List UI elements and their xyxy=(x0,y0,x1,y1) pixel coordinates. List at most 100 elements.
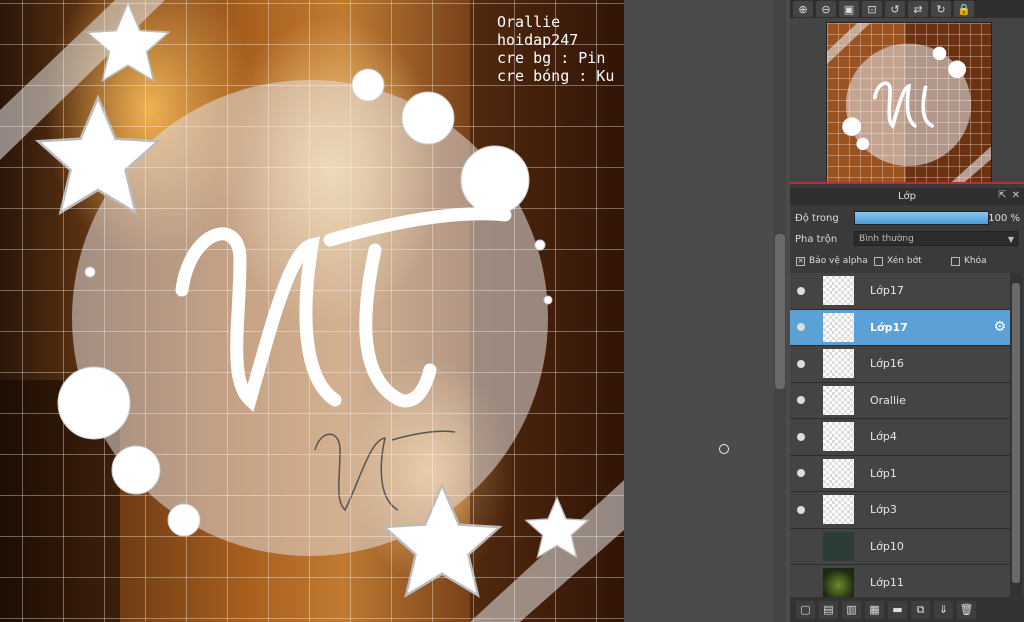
navigator-view-frame xyxy=(790,182,1024,184)
layer-name: Lớp16 xyxy=(870,357,904,371)
blend-label: Pha trộn xyxy=(795,233,838,245)
layer-row[interactable]: Lớp1 xyxy=(790,455,1010,492)
clipping-checkbox[interactable]: Xén bớt xyxy=(874,256,922,266)
layer-row[interactable]: Lớp17 xyxy=(790,273,1010,310)
rotate-right-icon: ↻ xyxy=(936,2,946,16)
scrollbar-thumb[interactable] xyxy=(775,234,785,389)
flip-icon: ⇄ xyxy=(913,2,923,16)
blend-row: Pha trộn Bình thường ▼ xyxy=(790,229,1024,249)
credit-line: Orallie xyxy=(497,13,561,31)
duplicate-icon: ⧉ xyxy=(916,602,925,616)
rotate-right-button[interactable]: ↻ xyxy=(931,1,951,17)
zoom-in-button[interactable]: ⊕ xyxy=(793,1,813,17)
layer-panel-title: Lớp xyxy=(897,191,917,202)
layer-row[interactable]: Orallie xyxy=(790,382,1010,419)
add-special-layer-button[interactable]: ▦ xyxy=(865,600,884,619)
new-vector-button[interactable]: ▥ xyxy=(842,600,861,619)
layer-row[interactable]: Lớp10 xyxy=(790,528,1010,565)
layer-panel-header: Lớp ⇱ ✕ xyxy=(790,188,1024,205)
layer-name: Lớp10 xyxy=(870,539,904,553)
detach-icon[interactable]: ⇱ xyxy=(998,190,1006,201)
layer-name: Orallie xyxy=(870,393,906,407)
folder-button[interactable]: ▬ xyxy=(888,600,907,619)
visibility-eye-icon[interactable] xyxy=(797,396,805,405)
navigator-grid xyxy=(827,23,991,183)
fit-icon: ▣ xyxy=(843,2,855,16)
visibility-eye-icon[interactable] xyxy=(797,432,805,441)
opacity-slider-fill xyxy=(855,212,988,224)
opacity-value: 100 % xyxy=(988,212,1020,224)
new-layer-button[interactable]: ▢ xyxy=(796,600,815,619)
layer-thumbnail xyxy=(823,312,854,342)
gear-icon[interactable]: ⚙ xyxy=(993,319,1006,335)
lock-icon: 🔒 xyxy=(957,2,971,16)
visibility-eye-icon[interactable] xyxy=(797,323,805,332)
opacity-slider[interactable] xyxy=(854,211,989,225)
layer-row[interactable]: Lớp16 xyxy=(790,346,1010,383)
grid-overlay xyxy=(0,0,624,622)
layer-thumbnail xyxy=(823,568,854,597)
fit-button[interactable]: ▣ xyxy=(839,1,859,17)
zoom-out-button[interactable]: ⊖ xyxy=(816,1,836,17)
layer-thumbnail xyxy=(823,385,854,415)
visibility-eye-icon[interactable] xyxy=(797,359,805,368)
navigator-panel[interactable] xyxy=(790,18,1024,184)
layer-name: Lớp17 xyxy=(870,320,908,334)
chevron-down-icon: ▼ xyxy=(1007,235,1014,244)
checkbox-box[interactable] xyxy=(874,256,883,266)
rotate-left-button[interactable]: ↺ xyxy=(885,1,905,17)
zoom-in-icon: ⊕ xyxy=(798,2,808,16)
visibility-eye-icon[interactable] xyxy=(797,579,805,587)
right-panel: ⊕ ⊖ ▣ ⊡ ↺ ⇄ ↻ 🔒 Lớp ⇱ ✕ Độ trong 100 % Pha trộn … xyxy=(790,0,1024,622)
blend-mode-select[interactable]: Bình thường ▼ xyxy=(854,231,1018,246)
checkbox-box[interactable]: ✕ xyxy=(796,256,805,266)
lock-button[interactable]: 🔒 xyxy=(954,1,974,17)
flip-button[interactable]: ⇄ xyxy=(908,1,928,17)
merge-down-button[interactable]: ⇓ xyxy=(934,600,953,619)
layer-name: Lớp3 xyxy=(870,503,897,517)
scrollbar-thumb[interactable] xyxy=(1012,283,1020,583)
navigator-thumbnail[interactable] xyxy=(826,22,992,184)
visibility-eye-icon[interactable] xyxy=(797,469,805,478)
layer-row[interactable]: Lớp3 xyxy=(790,492,1010,529)
visibility-eye-icon[interactable] xyxy=(797,542,805,550)
layer-row[interactable]: Lớp17 ⚙ xyxy=(790,309,1010,346)
canvas-scrollbar[interactable] xyxy=(774,0,786,622)
merge-down-icon: ⇓ xyxy=(938,603,949,616)
rotate-left-icon: ↺ xyxy=(890,2,900,16)
artwork-canvas[interactable]: Orallie hoidap247 cre bg : Pin cre bóng : K… xyxy=(0,0,624,622)
duplicate-button[interactable]: ⧉ xyxy=(911,600,930,619)
layer-row[interactable]: Lớp11 xyxy=(790,565,1010,597)
lock-checkbox[interactable]: Khóa xyxy=(951,256,987,266)
protect-alpha-checkbox[interactable]: ✕ Bảo vệ alpha xyxy=(796,256,868,266)
blend-mode-value: Bình thường xyxy=(859,234,914,244)
new-raster-icon: ▤ xyxy=(823,603,834,616)
layer-row[interactable]: Lớp4 xyxy=(790,419,1010,456)
layer-name: Lớp17 xyxy=(870,284,904,298)
layer-list: Lớp17 Lớp17 ⚙ Lớp16 Orallie Lớp4 Lớp1 Lớp3 Lớp10… xyxy=(790,273,1010,597)
layer-thumbnail xyxy=(823,349,854,378)
navigator-toolbar: ⊕ ⊖ ▣ ⊡ ↺ ⇄ ↻ 🔒 xyxy=(790,0,1024,18)
credit-line: cre bg : Pin xyxy=(497,49,606,67)
layer-thumbnail xyxy=(823,276,854,305)
close-icon[interactable]: ✕ xyxy=(1012,190,1020,201)
checkbox-label: Xén bớt xyxy=(887,256,922,266)
opacity-label: Độ trong xyxy=(795,212,839,224)
actual-size-icon: ⊡ xyxy=(867,2,877,16)
canvas-area[interactable]: Orallie hoidap247 cre bg : Pin cre bóng : K… xyxy=(0,0,790,622)
layer-name: Lớp11 xyxy=(870,576,904,590)
checkbox-box[interactable] xyxy=(951,256,960,266)
visibility-eye-icon[interactable] xyxy=(797,505,805,514)
checkbox-label: Bảo vệ alpha xyxy=(809,256,868,266)
new-raster-button[interactable]: ▤ xyxy=(819,600,838,619)
trash-icon: 🗑 xyxy=(959,603,974,616)
actual-size-button[interactable]: ⊡ xyxy=(862,1,882,17)
trash-button[interactable]: 🗑 xyxy=(957,600,976,619)
layer-list-scrollbar[interactable] xyxy=(1010,273,1022,597)
brush-cursor-icon xyxy=(719,444,729,454)
opacity-row: Độ trong 100 % xyxy=(790,208,1024,228)
zoom-out-icon: ⊖ xyxy=(821,2,831,16)
credit-line: hoidap247 xyxy=(497,31,579,49)
layer-thumbnail xyxy=(823,422,854,451)
visibility-eye-icon[interactable] xyxy=(797,286,805,295)
